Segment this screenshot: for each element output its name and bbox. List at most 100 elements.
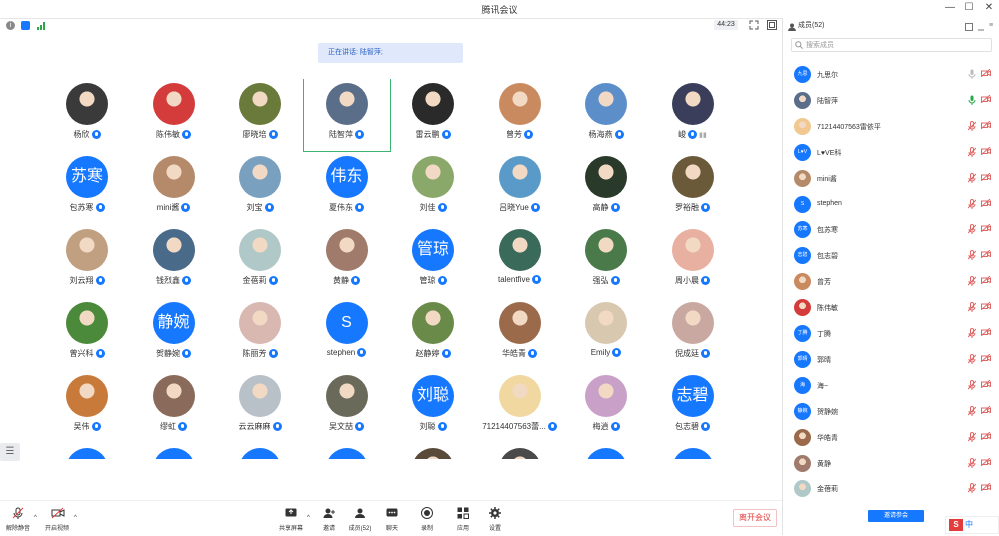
members-button[interactable]: 成员(52) <box>342 507 378 532</box>
participant-tile[interactable]: 陈伟敏 <box>131 79 217 151</box>
more-menu-icon[interactable]: ≡ <box>989 18 993 34</box>
mute-button[interactable]: 解除静音 <box>0 507 36 532</box>
participant-tile[interactable]: 陈丽芳 <box>217 298 303 370</box>
camera-off-icon[interactable] <box>980 301 991 314</box>
camera-off-icon[interactable] <box>980 353 991 366</box>
mic-muted-icon[interactable] <box>967 353 977 367</box>
mic-icon[interactable] <box>968 69 976 82</box>
camera-off-icon[interactable] <box>980 120 991 133</box>
participant-tile[interactable]: Emily <box>563 298 649 370</box>
share-options-chevron-icon[interactable]: ^ <box>307 515 310 521</box>
participant-tile[interactable]: 刘云翔 <box>44 225 130 297</box>
participant-tile[interactable]: 吴伟 <box>44 371 130 443</box>
participant-tile[interactable]: 吴文喆 <box>304 371 390 443</box>
mic-muted-icon[interactable] <box>967 302 977 315</box>
participant-tile[interactable] <box>44 444 130 459</box>
mic-icon[interactable] <box>968 95 976 108</box>
participant-tile[interactable] <box>217 444 303 459</box>
participant-tile[interactable]: 高静 <box>563 152 649 224</box>
member-row[interactable]: 金蓓莉 <box>783 476 999 502</box>
member-row[interactable]: 陆智萍 <box>783 88 999 114</box>
camera-off-icon[interactable] <box>980 457 991 470</box>
mic-muted-icon[interactable] <box>967 146 977 160</box>
participant-tile[interactable]: 峻 ▮▮ <box>650 79 736 151</box>
participant-tile[interactable]: 缪虹 <box>131 371 217 443</box>
camera-off-icon[interactable] <box>980 146 991 159</box>
participant-tile[interactable]: 周小晨 <box>650 225 736 297</box>
member-row[interactable]: 志碧 包志碧 <box>783 243 999 269</box>
participant-tile[interactable] <box>390 444 476 459</box>
member-row[interactable]: 陈伟敏 <box>783 295 999 321</box>
participant-tile[interactable]: 苏寒 包苏寒 <box>44 152 130 224</box>
camera-off-icon[interactable] <box>980 94 991 107</box>
mic-muted-icon[interactable] <box>967 276 977 289</box>
camera-off-icon[interactable] <box>980 224 991 236</box>
mic-muted-icon[interactable] <box>967 172 977 186</box>
member-row[interactable]: 苏寒 包苏寒 <box>783 217 999 243</box>
participant-tile[interactable] <box>650 444 736 459</box>
member-row[interactable]: 静婉 贺静婉 <box>783 399 999 425</box>
participant-tile[interactable]: 刘宝 <box>217 152 303 224</box>
mic-muted-icon[interactable] <box>967 431 977 445</box>
apps-button[interactable]: 应用 <box>445 507 481 532</box>
member-row[interactable]: 九思 九思尔 <box>783 62 999 88</box>
minimize-panel-icon[interactable] <box>977 22 985 38</box>
mic-muted-icon[interactable] <box>967 224 977 237</box>
participant-tile[interactable]: 黄静 <box>304 225 390 297</box>
participant-tile[interactable]: 71214407563蕾... <box>477 371 563 443</box>
mic-muted-icon[interactable] <box>967 405 977 419</box>
member-search-input[interactable]: 搜索成员 <box>791 38 992 52</box>
camera-off-icon[interactable] <box>980 275 991 288</box>
participant-tile[interactable]: 杨欣 <box>44 79 130 151</box>
participant-tile[interactable]: 华皓青 <box>477 298 563 370</box>
camera-off-icon[interactable] <box>980 198 991 211</box>
participant-tile[interactable]: 伟东 夏伟东 <box>304 152 390 224</box>
participant-tile[interactable] <box>304 444 390 459</box>
participant-tile[interactable]: 陆智萍 <box>302 79 391 152</box>
camera-off-icon[interactable] <box>980 249 991 262</box>
participant-tile[interactable]: 雷云鹏 <box>390 79 476 151</box>
mic-muted-icon[interactable] <box>967 379 977 393</box>
participant-tile[interactable]: 强弘 <box>563 225 649 297</box>
share-screen-button[interactable]: 共享屏幕 <box>273 507 309 532</box>
participant-tile[interactable]: 赵静婷 <box>390 298 476 370</box>
popout-icon[interactable] <box>965 22 973 38</box>
mute-options-chevron-icon[interactable]: ^ <box>34 515 37 521</box>
camera-off-icon[interactable] <box>980 379 991 392</box>
leave-meeting-button[interactable]: 离开会议 <box>733 509 777 527</box>
member-row[interactable]: Sstephen <box>783 192 999 218</box>
member-row[interactable]: mini酱 <box>783 166 999 192</box>
participant-tile[interactable]: 曾兴科 <box>44 298 130 370</box>
participant-tile[interactable]: 杨海燕 <box>563 79 649 151</box>
member-row[interactable]: 郭晴 郭晴 <box>783 347 999 373</box>
chat-button[interactable]: 聊天 <box>374 507 410 532</box>
participant-tile[interactable]: 吕晓Yue <box>477 152 563 224</box>
mic-muted-icon[interactable] <box>967 457 977 471</box>
member-row[interactable]: L♥V L♥VE科 <box>783 140 999 166</box>
participant-tile[interactable]: 志碧 包志碧 <box>650 371 736 443</box>
camera-off-icon[interactable] <box>980 405 991 418</box>
member-row[interactable]: 71214407563雷依平 <box>783 114 999 140</box>
fullscreen-icon[interactable] <box>749 20 759 32</box>
record-button[interactable]: 录制 <box>409 507 445 532</box>
participant-tile[interactable]: 刘聪 刘聪 <box>390 371 476 443</box>
member-row[interactable]: 华皓青 <box>783 425 999 451</box>
camera-off-icon[interactable] <box>980 431 991 444</box>
participant-tile[interactable]: talentfive <box>477 225 563 297</box>
list-toggle-icon[interactable]: ☰ <box>0 443 20 461</box>
mic-muted-icon[interactable] <box>967 483 977 496</box>
participant-tile[interactable] <box>477 444 563 459</box>
mic-muted-icon[interactable] <box>967 120 977 134</box>
participant-tile[interactable]: 金蓓莉 <box>217 225 303 297</box>
camera-off-icon[interactable] <box>980 68 991 81</box>
participant-tile[interactable]: Sstephen <box>304 298 390 370</box>
minimize-icon[interactable]: — <box>943 2 957 13</box>
mic-muted-icon[interactable] <box>967 250 977 263</box>
participant-tile[interactable]: 钱烈鑫 <box>131 225 217 297</box>
member-row[interactable]: 丁腾 丁腾 <box>783 321 999 347</box>
participant-tile[interactable]: mini酱 <box>131 152 217 224</box>
member-row[interactable]: 曾芳 <box>783 269 999 295</box>
close-icon[interactable]: ✕ <box>982 2 996 13</box>
participant-tile[interactable]: 管琼 管琼 <box>390 225 476 297</box>
maximize-icon[interactable]: ☐ <box>962 2 976 13</box>
